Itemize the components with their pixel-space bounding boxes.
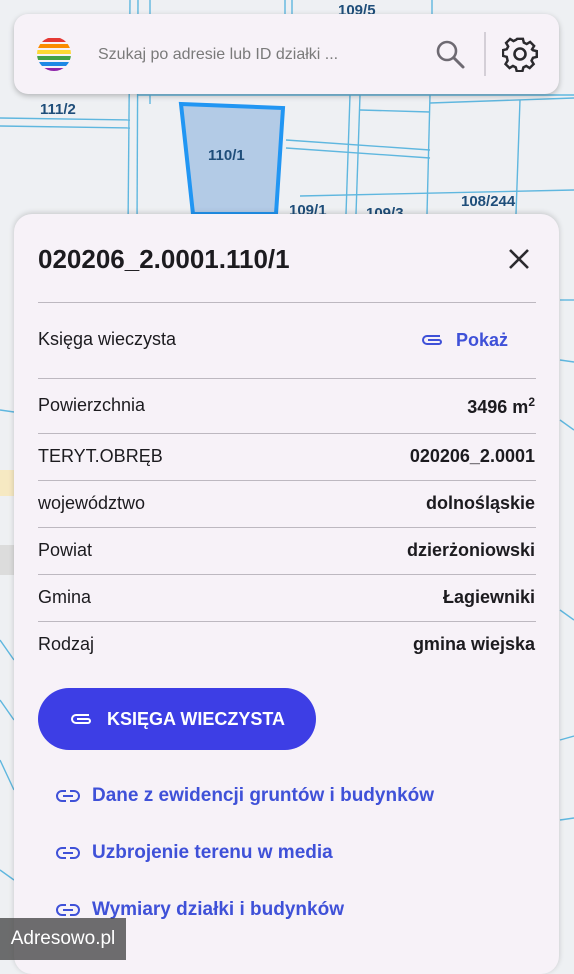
type-value: gmina wiejska [412,634,535,654]
divider [38,433,536,434]
link-land-records[interactable]: Dane z ewidencji gruntów i budynków [56,782,434,810]
divider [38,621,536,622]
divider [38,378,536,379]
divider [38,527,536,528]
close-icon[interactable] [504,244,534,274]
land-register-label: Księga wieczysta [38,329,177,349]
land-register-button[interactable]: KSIĘGA WIECZYSTA [38,688,316,750]
county-value: dzierżoniowski [406,540,535,560]
link-icon [56,790,80,802]
parcel-label-selected: 110/1 [208,147,245,164]
teryt-label: TERYT.OBRĘB [38,446,163,466]
parcel-id-title: 020206_2.0001.110/1 [38,244,290,274]
land-register-show-link[interactable]: Pokaż [420,327,508,353]
land-register-button-label: KSIĘGA WIECZYSTA [106,708,285,729]
parcel-label: 111/2 [40,101,76,118]
land-register-show-label: Pokaż [456,329,509,350]
search-icon[interactable] [434,38,466,70]
link-icon [56,904,80,916]
voivodeship-value: dolnośląskie [425,493,535,513]
search-input[interactable] [96,42,420,68]
link-dimensions-label: Wymiary działki i budynków [92,899,344,920]
divider [38,302,536,303]
county-label: Powiat [38,540,93,560]
divider [38,480,536,481]
watermark: Adresowo.pl [0,918,126,960]
search-bar [14,14,559,94]
link-icon [56,847,80,859]
parcel-details-sheet: 020206_2.0001.110/1 Księga wieczysta Pok… [14,214,559,974]
voivodeship-label: województwo [38,493,146,513]
link-utilities[interactable]: Uzbrojenie terenu w media [56,839,333,867]
type-label: Rodzaj [38,634,95,654]
parcel-label: 108/244 [461,193,516,210]
paperclip-icon [422,335,442,345]
teryt-value: 020206_2.0001 [409,446,535,466]
link-land-records-label: Dane z ewidencji gruntów i budynków [92,785,435,806]
divider [38,574,536,575]
area-value: 3496 m2 [467,395,535,417]
link-utilities-label: Uzbrojenie terenu w media [92,842,333,863]
app-logo[interactable] [36,36,72,72]
search-divider [484,32,486,76]
commune-value: Łagiewniki [442,587,535,607]
paperclip-icon [71,714,91,724]
commune-label: Gmina [38,587,92,607]
area-label: Powierzchnia [38,395,146,415]
gear-icon[interactable] [502,36,538,72]
